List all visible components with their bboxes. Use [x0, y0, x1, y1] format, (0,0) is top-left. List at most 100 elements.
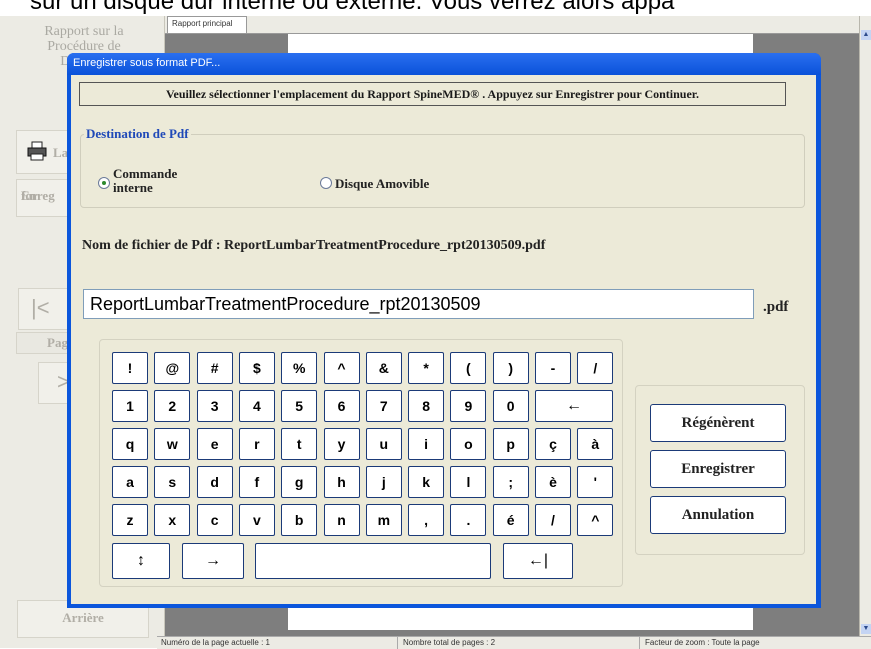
- key-f[interactable]: f: [238, 466, 275, 498]
- key-hash[interactable]: #: [196, 352, 233, 384]
- key-i[interactable]: i: [408, 428, 445, 460]
- key-enter[interactable]: ←|: [503, 543, 573, 579]
- internal-drive-radio[interactable]: [98, 177, 110, 189]
- tab-main-report[interactable]: Rapport principal: [167, 16, 247, 33]
- key-4[interactable]: 4: [238, 390, 275, 422]
- key-period[interactable]: .: [450, 504, 487, 536]
- key-label: $: [252, 360, 261, 376]
- key-8[interactable]: 8: [408, 390, 445, 422]
- key-c[interactable]: c: [196, 504, 233, 536]
- key-minus[interactable]: -: [535, 352, 571, 384]
- key-ç[interactable]: ç: [535, 428, 571, 460]
- key-0[interactable]: 0: [492, 390, 529, 422]
- key-3[interactable]: 3: [196, 390, 233, 422]
- key-slash[interactable]: /: [577, 352, 614, 384]
- page-label: Pag: [47, 335, 68, 350]
- key-v[interactable]: v: [238, 504, 275, 536]
- dialog-title: Enregistrer sous format PDF...: [73, 57, 221, 69]
- key-t[interactable]: t: [281, 428, 318, 460]
- key-space[interactable]: [255, 543, 491, 579]
- removable-disk-radio[interactable]: [320, 177, 332, 189]
- key-é[interactable]: é: [492, 504, 529, 536]
- key-dollar[interactable]: $: [238, 352, 275, 384]
- key-rparen[interactable]: ): [492, 352, 529, 384]
- key-s[interactable]: s: [154, 466, 191, 498]
- key-q[interactable]: q: [112, 428, 148, 460]
- key-y[interactable]: y: [323, 428, 360, 460]
- back-button-label: Arrière: [62, 610, 104, 625]
- key-slash[interactable]: /: [535, 504, 571, 536]
- key-label: s: [168, 474, 177, 490]
- key-label: j: [381, 474, 386, 490]
- key-label: 5: [295, 398, 304, 414]
- key-e[interactable]: e: [196, 428, 233, 460]
- key-caret[interactable]: ^: [323, 352, 360, 384]
- key-o[interactable]: o: [450, 428, 487, 460]
- key-r[interactable]: r: [238, 428, 275, 460]
- key-backspace[interactable]: ←: [535, 390, 613, 422]
- key-z[interactable]: z: [112, 504, 148, 536]
- key-h[interactable]: h: [323, 466, 360, 498]
- key-label: r: [254, 436, 260, 452]
- scroll-up-icon[interactable]: ▲: [861, 30, 871, 40]
- filename-input[interactable]: ReportLumbarTreatmentProcedure_rpt201305…: [83, 289, 754, 319]
- key-j[interactable]: j: [365, 466, 402, 498]
- cancel-button[interactable]: Annulation: [650, 496, 786, 534]
- key-label: è: [549, 474, 557, 490]
- key-label: (: [466, 360, 471, 376]
- key-p[interactable]: p: [492, 428, 529, 460]
- key-label: ': [593, 474, 597, 490]
- key-u[interactable]: u: [365, 428, 402, 460]
- key-ampersand[interactable]: &: [365, 352, 402, 384]
- key-label: @: [165, 360, 180, 376]
- save-button[interactable]: Enregistrer: [650, 450, 786, 488]
- removable-disk-label[interactable]: Disque Amovible: [335, 176, 429, 192]
- regenerate-button[interactable]: Régénèrent: [650, 404, 786, 442]
- key-b[interactable]: b: [281, 504, 318, 536]
- key-m[interactable]: m: [365, 504, 402, 536]
- key-6[interactable]: 6: [323, 390, 360, 422]
- key-g[interactable]: g: [281, 466, 318, 498]
- key-1[interactable]: 1: [112, 390, 148, 422]
- key-comma[interactable]: ,: [408, 504, 445, 536]
- key-5[interactable]: 5: [281, 390, 318, 422]
- key-apostrophe[interactable]: ': [577, 466, 614, 498]
- key-a[interactable]: a: [112, 466, 148, 498]
- status-zoom: Facteur de zoom : Toute la page: [645, 638, 760, 647]
- key-7[interactable]: 7: [365, 390, 402, 422]
- scroll-down-icon[interactable]: ▼: [861, 624, 871, 634]
- key-w[interactable]: w: [154, 428, 191, 460]
- key-label: 1: [126, 398, 134, 414]
- key-n[interactable]: n: [323, 504, 360, 536]
- key-l[interactable]: l: [450, 466, 487, 498]
- key-caret[interactable]: ^: [577, 504, 614, 536]
- key-à[interactable]: à: [577, 428, 614, 460]
- internal-drive-label[interactable]: Commande interne: [113, 167, 213, 195]
- key-at[interactable]: @: [154, 352, 191, 384]
- key-asterisk[interactable]: *: [408, 352, 445, 384]
- key-label: a: [126, 474, 134, 490]
- printer-icon: [27, 141, 47, 161]
- key-x[interactable]: x: [154, 504, 191, 536]
- key-label: →: [205, 552, 221, 569]
- key-shift[interactable]: ↕: [112, 543, 170, 579]
- key-9[interactable]: 9: [450, 390, 487, 422]
- key-semicolon[interactable]: ;: [492, 466, 529, 498]
- key-percent[interactable]: %: [281, 352, 318, 384]
- key-2[interactable]: 2: [154, 390, 191, 422]
- filename-extension: .pdf: [763, 299, 789, 315]
- first-page-button[interactable]: |<: [18, 288, 70, 330]
- key-label: k: [422, 474, 430, 490]
- key-lparen[interactable]: (: [450, 352, 487, 384]
- report-title-line: Procédure de: [47, 39, 121, 54]
- key-d[interactable]: d: [196, 466, 233, 498]
- dialog-titlebar[interactable]: Enregistrer sous format PDF...: [67, 53, 821, 75]
- vertical-scrollbar[interactable]: ▲ ▼: [859, 16, 871, 636]
- key-è[interactable]: è: [535, 466, 571, 498]
- key-label: n: [337, 512, 346, 528]
- key-tab[interactable]: →: [182, 543, 244, 579]
- action-buttons-group: Régénèrent Enregistrer Annulation: [635, 385, 805, 555]
- key-exclaim[interactable]: !: [112, 352, 148, 384]
- key-label: z: [126, 512, 134, 528]
- key-k[interactable]: k: [408, 466, 445, 498]
